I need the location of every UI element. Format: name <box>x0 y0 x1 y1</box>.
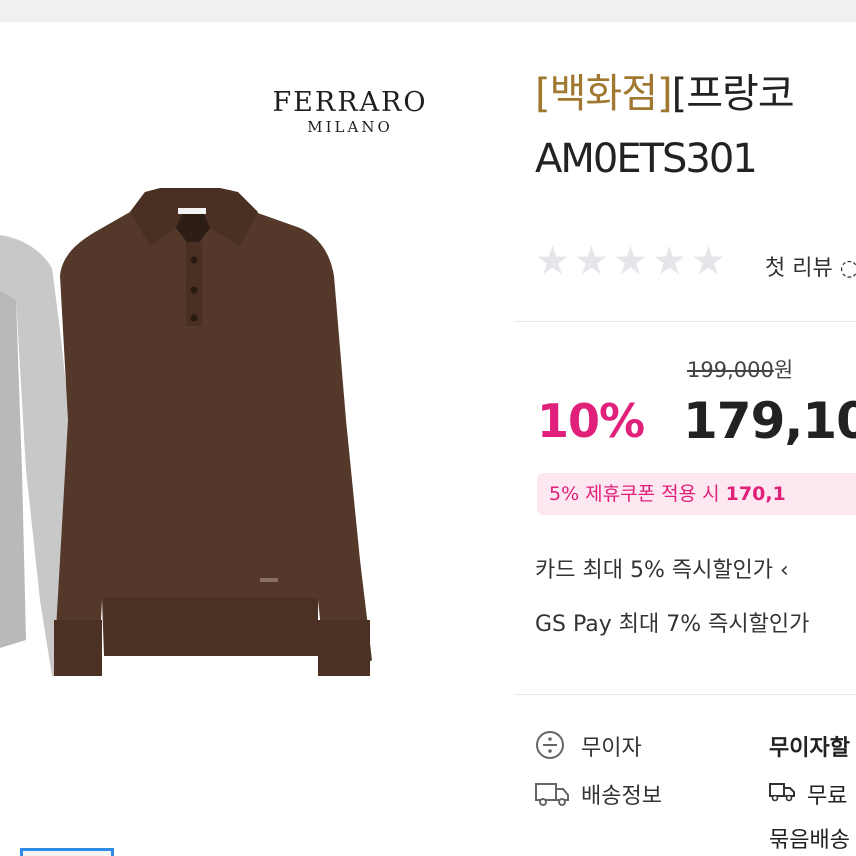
product-photo <box>0 188 372 676</box>
product-info-panel: [백화점][프랑코 AM0ETS301 ★ ★ ★ ★ ★ 첫 리뷰 ◌ 199… <box>515 22 856 856</box>
shipping-label: 배송정보 <box>581 784 662 809</box>
model-code: AM0ETS301 <box>535 136 758 182</box>
free-shipping-truck-icon <box>769 783 795 802</box>
sale-price: 179,10 <box>683 392 856 450</box>
button-dot <box>190 286 198 294</box>
star-icon: ★ <box>535 239 570 284</box>
installment-value[interactable]: 무이자할 <box>769 730 850 762</box>
discount-rate: 10% <box>537 394 645 448</box>
thumbnail-image <box>23 851 111 856</box>
coupon-banner[interactable]: 5% 제휴쿠폰 적용 시 170,1 <box>537 473 856 515</box>
installment-icon <box>536 731 564 759</box>
product-image-area[interactable]: FERRARO MILANO <box>0 22 515 856</box>
product-title-text: [프랑코 <box>671 71 795 117</box>
brand-sub: MILANO <box>307 118 393 136</box>
original-price-value: 199,000 <box>687 358 774 382</box>
bundle-shipping-text: 묶음배송 <box>769 828 850 853</box>
review-link[interactable]: 첫 리뷰 ◌ <box>765 250 856 282</box>
shipping-value: 무료 <box>807 784 848 809</box>
gspay-discount-line[interactable]: GS Pay 최대 7% 즉시할인가 <box>535 606 809 638</box>
brand-logo: FERRARO MILANO <box>262 87 438 137</box>
star-icon: ★ <box>573 239 609 284</box>
thumbnail-selected[interactable] <box>20 848 114 856</box>
installment-label: 무이자 <box>581 736 642 761</box>
button-dot <box>190 314 198 322</box>
brand-name: FERRARO <box>272 87 428 118</box>
truck-icon <box>535 783 569 806</box>
coupon-price: 170,1 <box>725 483 786 505</box>
card-discount-line[interactable]: 카드 최대 5% 즉시할인가 ‹ <box>535 552 789 584</box>
dept-store-tag: [백화점] <box>535 71 673 117</box>
divider <box>515 694 856 695</box>
coupon-text: 5% 제휴쿠폰 적용 시 <box>549 483 720 505</box>
star-icon: ★ <box>690 239 726 284</box>
original-price: 199,000원 <box>687 354 793 384</box>
star-icon: ★ <box>651 239 687 284</box>
rating-stars[interactable]: ★ ★ ★ ★ ★ <box>535 240 726 284</box>
divider <box>515 321 856 322</box>
button-dot <box>190 256 198 264</box>
top-bar <box>0 0 856 22</box>
original-price-unit: 원 <box>773 358 794 382</box>
product-title: [백화점][프랑코 <box>535 67 795 121</box>
star-icon: ★ <box>612 239 648 284</box>
